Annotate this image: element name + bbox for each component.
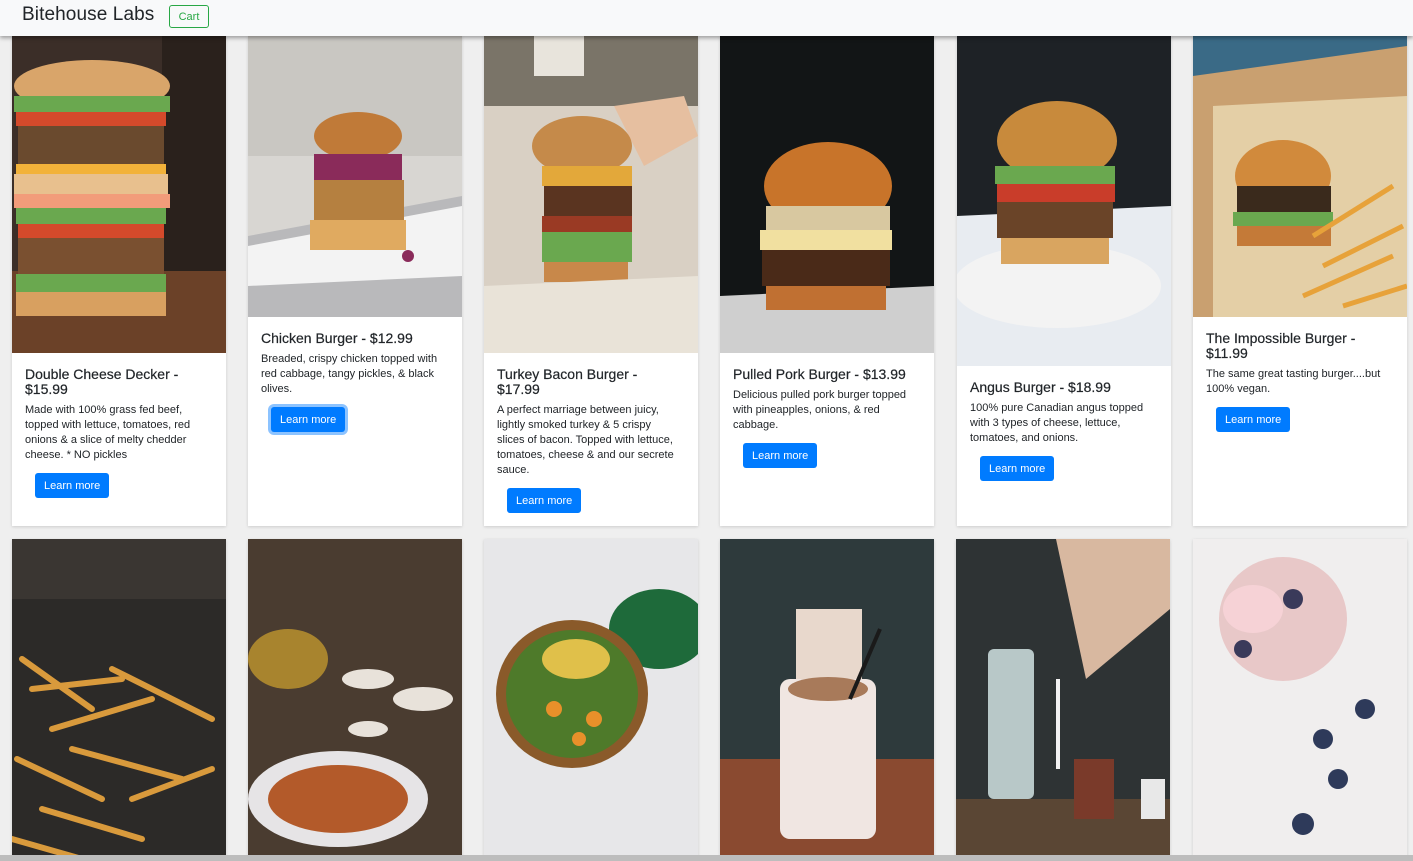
item-title: Turkey Bacon Burger - $17.99: [497, 366, 638, 397]
french-fries-photo: [12, 539, 226, 861]
smoothie-photo: [1193, 539, 1407, 861]
menu-card: The Impossible Burger - $11.99 The same …: [1193, 36, 1407, 526]
brand-title[interactable]: Bitehouse Labs: [22, 4, 154, 26]
salad-bowl-photo: [484, 539, 698, 861]
item-title: Angus Burger - $18.99: [970, 379, 1111, 395]
item-description: The same great tasting burger....but 100…: [1206, 368, 1381, 395]
pulled-pork-burger-photo: [720, 36, 934, 353]
menu-card: Angus Burger - $18.99 100% pure Canadian…: [957, 36, 1171, 526]
impossible-burger-photo: [1193, 36, 1407, 317]
learn-more-button[interactable]: Learn more: [1216, 407, 1291, 432]
chicken-burger-photo: [248, 36, 462, 317]
learn-more-button[interactable]: Learn more: [507, 488, 582, 513]
menu-card: [484, 539, 698, 861]
learn-more-button[interactable]: Learn more: [743, 443, 818, 468]
menu-card: Chicken Burger - $12.99 Breaded, crispy …: [248, 36, 462, 526]
item-title: Pulled Pork Burger - $13.99: [733, 366, 906, 382]
milkshake-photo: [720, 539, 934, 861]
learn-more-button[interactable]: Learn more: [35, 473, 110, 498]
item-description: Breaded, crispy chicken topped with red …: [261, 353, 438, 395]
item-title: Double Cheese Decker - $15.99: [25, 366, 179, 397]
item-description: 100% pure Canadian angus topped with 3 t…: [970, 402, 1144, 444]
item-title: The Impossible Burger - $11.99: [1206, 330, 1356, 361]
item-title: Chicken Burger - $12.99: [261, 330, 413, 346]
menu-card: [956, 539, 1170, 861]
menu-card: Double Cheese Decker - $15.99 Made with …: [12, 36, 226, 526]
learn-more-button[interactable]: Learn more: [271, 407, 346, 432]
menu-card: [248, 539, 462, 861]
sweet-potato-fries-photo: [248, 539, 462, 861]
menu-card: Pulled Pork Burger - $13.99 Delicious pu…: [720, 36, 934, 526]
item-description: A perfect marriage between juicy, lightl…: [497, 404, 674, 476]
menu-card: Turkey Bacon Burger - $17.99 A perfect m…: [484, 36, 698, 526]
angus-burger-photo: [957, 36, 1171, 366]
item-description: Delicious pulled pork burger topped with…: [733, 389, 907, 431]
menu-card: [1193, 539, 1407, 861]
cart-button[interactable]: Cart: [169, 5, 209, 28]
cold-brew-photo: [956, 539, 1170, 861]
top-navbar: Bitehouse Labs Cart: [0, 0, 1413, 36]
item-description: Made with 100% grass fed beef, topped wi…: [25, 404, 191, 461]
learn-more-button[interactable]: Learn more: [980, 456, 1055, 481]
menu-card: [720, 539, 934, 861]
turkey-bacon-burger-photo: [484, 36, 698, 353]
horizontal-scrollbar[interactable]: [0, 855, 1413, 861]
menu-grid: Double Cheese Decker - $15.99 Made with …: [0, 0, 1413, 861]
menu-card: [12, 539, 226, 861]
double-cheese-burger-photo: [12, 36, 226, 353]
